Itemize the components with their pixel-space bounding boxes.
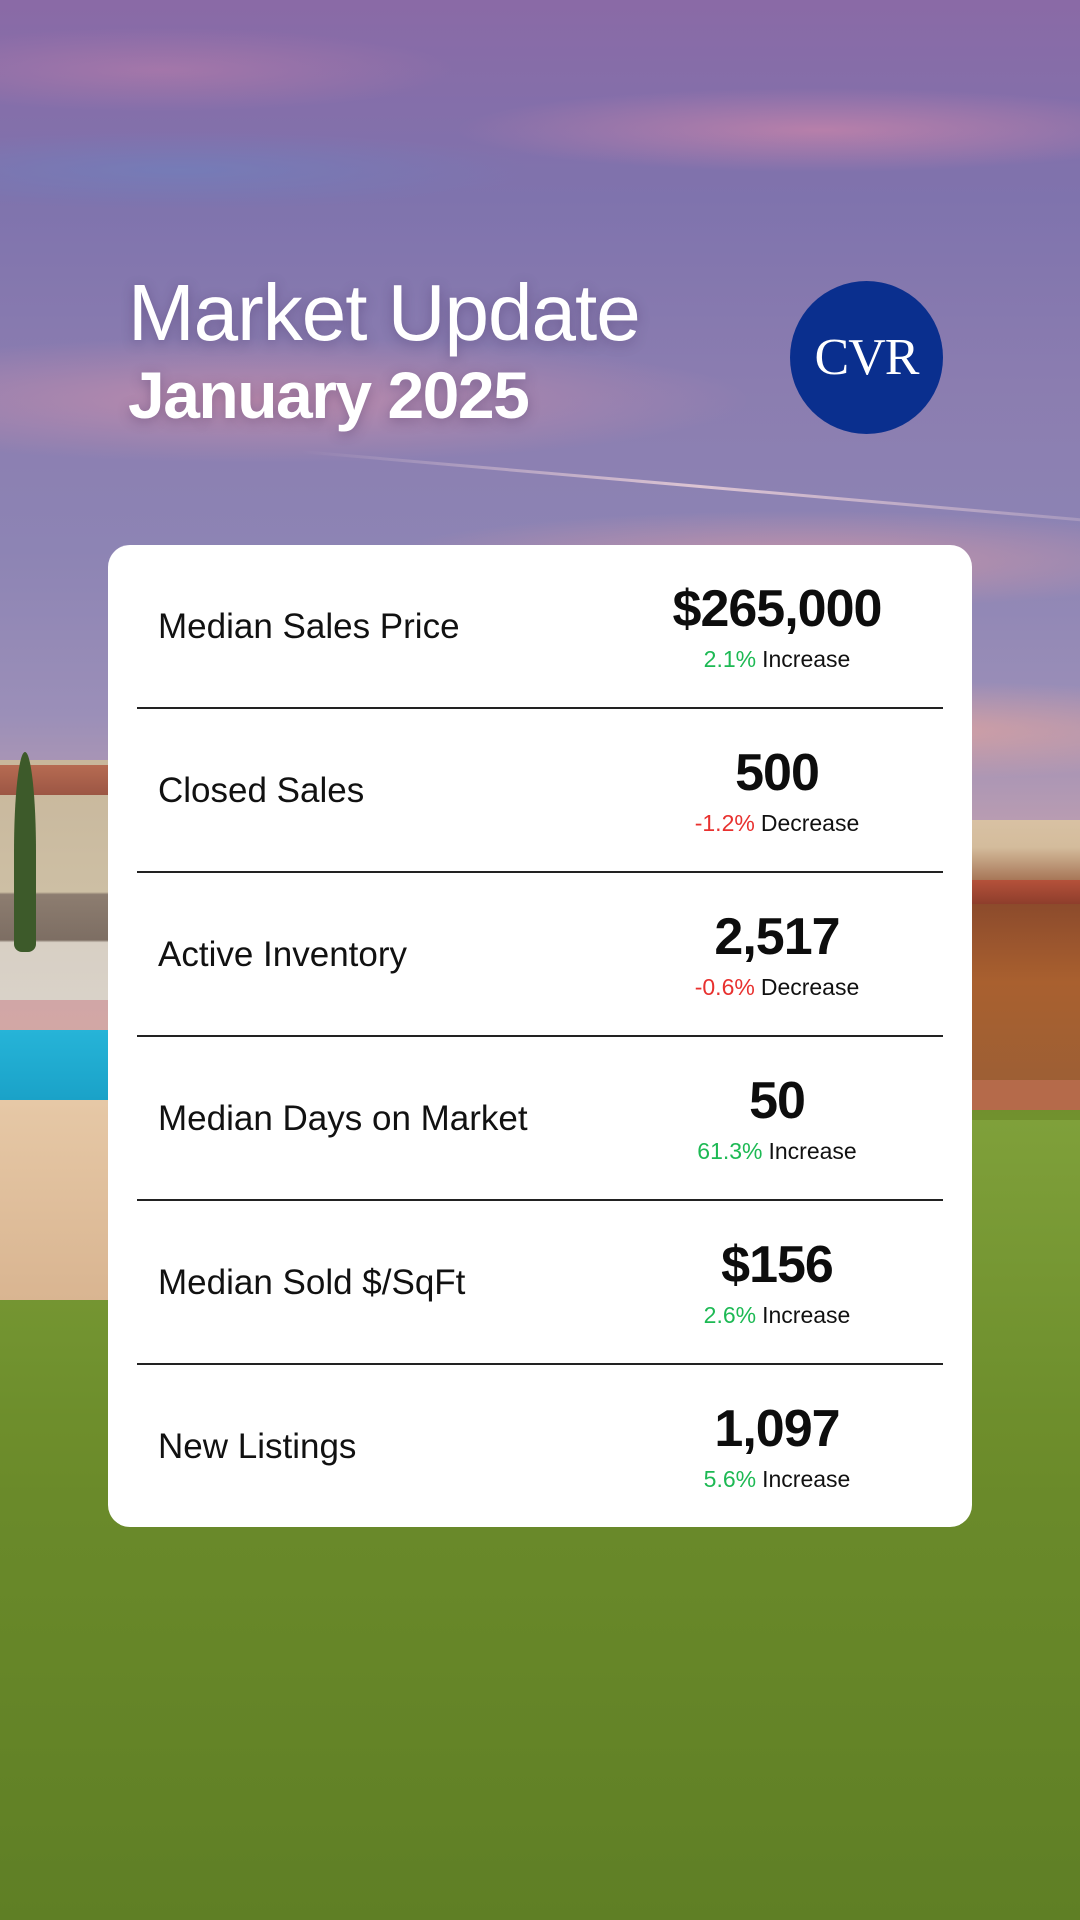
stat-label: Median Days on Market: [158, 1099, 528, 1138]
stats-card: Median Sales Price $265,000 2.1% Increase…: [108, 545, 972, 1527]
stat-change: 2.6% Increase: [704, 1300, 851, 1330]
stat-value-block: $265,000 2.1% Increase: [627, 580, 927, 674]
change-percent: 2.1%: [703, 646, 757, 672]
change-direction: Decrease: [760, 810, 860, 836]
change-percent: 5.6%: [703, 1466, 757, 1492]
stat-value: $265,000: [672, 580, 883, 638]
change-percent: 61.3%: [697, 1138, 763, 1164]
stat-row-median-days-on-market: Median Days on Market 50 61.3% Increase: [137, 1037, 943, 1201]
change-direction: Increase: [762, 1302, 851, 1328]
pool-deck: [0, 1100, 110, 1300]
stat-change: 5.6% Increase: [704, 1464, 851, 1494]
stat-label: Median Sold $/SqFt: [158, 1263, 466, 1302]
stat-value-block: 1,097 5.6% Increase: [627, 1400, 927, 1494]
stat-label: Active Inventory: [158, 935, 407, 974]
swimming-pool: [0, 1030, 110, 1100]
house-right: [970, 820, 1080, 1090]
change-percent: 2.6%: [703, 1302, 757, 1328]
stat-change: -1.2% Decrease: [695, 808, 860, 838]
stat-label: Closed Sales: [158, 771, 365, 810]
brand-logo: CVR: [790, 281, 943, 434]
stat-value-block: 500 -1.2% Decrease: [627, 744, 927, 838]
stat-value-block: $156 2.6% Increase: [627, 1236, 927, 1330]
stat-label: New Listings: [158, 1427, 357, 1466]
stat-row-median-sales-price: Median Sales Price $265,000 2.1% Increase: [137, 545, 943, 709]
title-block: Market Update January 2025: [128, 268, 641, 432]
stat-row-median-sold-per-sqft: Median Sold $/SqFt $156 2.6% Increase: [137, 1201, 943, 1365]
stat-value: 500: [735, 744, 820, 802]
stat-change: 2.1% Increase: [704, 644, 851, 674]
stat-value: 2,517: [714, 908, 840, 966]
change-direction: Increase: [762, 646, 851, 672]
stat-value: 1,097: [714, 1400, 840, 1458]
stat-value-block: 2,517 -0.6% Decrease: [627, 908, 927, 1002]
change-direction: Decrease: [760, 974, 860, 1000]
stat-value-block: 50 61.3% Increase: [627, 1072, 927, 1166]
roof-right: [970, 880, 1080, 904]
stat-value: $156: [721, 1236, 834, 1294]
stat-row-new-listings: New Listings 1,097 5.6% Increase: [137, 1365, 943, 1529]
stat-value: 50: [749, 1072, 806, 1130]
cypress-tree: [14, 752, 36, 952]
patio-right: [970, 1080, 1080, 1110]
page-title: Market Update: [128, 268, 641, 357]
change-direction: Increase: [768, 1138, 857, 1164]
stat-label: Median Sales Price: [158, 607, 460, 646]
stat-change: 61.3% Increase: [697, 1136, 856, 1166]
change-direction: Increase: [762, 1466, 851, 1492]
stat-change: -0.6% Decrease: [695, 972, 860, 1002]
stat-row-closed-sales: Closed Sales 500 -1.2% Decrease: [137, 709, 943, 873]
stat-row-active-inventory: Active Inventory 2,517 -0.6% Decrease: [137, 873, 943, 1037]
change-percent: -0.6%: [694, 974, 755, 1000]
page-subtitle: January 2025: [128, 358, 530, 432]
logo-text: CVR: [814, 329, 920, 386]
change-percent: -1.2%: [694, 810, 755, 836]
